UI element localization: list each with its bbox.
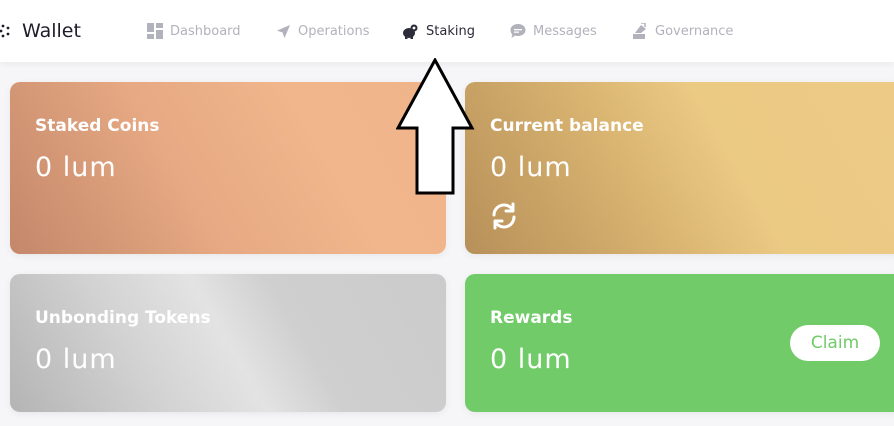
nav-item-label: Staking [426, 23, 475, 39]
current-balance-card: Current balance 0 lum [465, 82, 894, 254]
nav-item-label: Dashboard [170, 23, 241, 39]
card-title: Staked Coins [35, 116, 160, 136]
lum-logo-icon [0, 24, 10, 38]
unbonding-tokens-card: Unbonding Tokens 0 lum [10, 274, 446, 412]
nav-item-messages[interactable]: Messages [510, 20, 597, 42]
claim-button[interactable]: Claim [790, 325, 880, 361]
top-navigation-bar: Wallet Dashboard Operations Staking Mess… [0, 0, 894, 62]
up-arrow-icon [396, 58, 475, 195]
nav-item-staking[interactable]: Staking [402, 20, 475, 42]
nav-item-governance[interactable]: Governance [632, 20, 733, 42]
card-title: Rewards [490, 308, 573, 328]
piggy-bank-icon [403, 24, 418, 39]
card-value: 0 lum [35, 344, 117, 375]
governance-icon [633, 22, 646, 39]
dashboard-icon [147, 23, 163, 39]
card-title: Current balance [490, 116, 644, 136]
staked-coins-card: Staked Coins 0 lum [10, 82, 446, 254]
card-value: 0 lum [35, 152, 117, 183]
card-value: 0 lum [490, 344, 572, 375]
chat-icon [510, 24, 526, 38]
card-value: 0 lum [490, 152, 572, 183]
nav-item-dashboard[interactable]: Dashboard [147, 20, 241, 42]
rewards-card: Rewards 0 lum Claim [465, 274, 894, 412]
send-icon [276, 24, 291, 38]
refresh-icon [492, 202, 516, 230]
nav-item-operations[interactable]: Operations [276, 20, 369, 42]
app-logo[interactable]: Wallet [0, 16, 81, 46]
nav-item-label: Operations [298, 23, 370, 39]
app-title: Wallet [22, 20, 81, 42]
nav-item-label: Messages [533, 23, 597, 39]
refresh-button[interactable] [489, 201, 519, 235]
card-title: Unbonding Tokens [35, 308, 211, 328]
nav-item-label: Governance [655, 23, 734, 39]
